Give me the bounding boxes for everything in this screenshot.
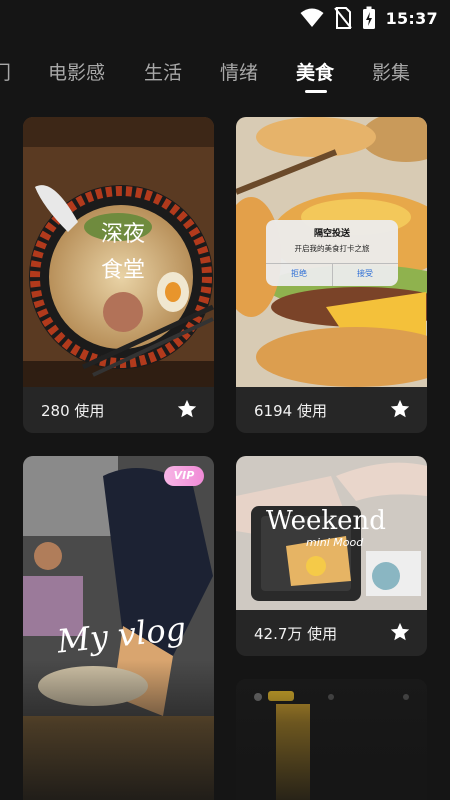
partial-thumbnail	[236, 679, 427, 800]
template-card-partial[interactable]	[236, 679, 427, 800]
template-card-vlog[interactable]: VIP My vlog	[23, 456, 214, 800]
wifi-icon	[300, 8, 324, 27]
tab-mood[interactable]: 情绪	[220, 58, 258, 85]
no-sim-icon	[333, 7, 352, 29]
template-card-burger[interactable]: 隔空投送 开启我的美食打卡之旅 拒绝 接受 6194 使用	[236, 117, 427, 433]
tab-partial[interactable]: 门	[0, 58, 11, 85]
template-card-ramen[interactable]: 深夜 食堂 280 使用	[23, 117, 214, 433]
weekend-overlay-subtitle: mini Mood	[306, 536, 364, 549]
weekend-overlay-title: Weekend	[266, 506, 386, 536]
dialog-title: 隔空投送	[313, 229, 350, 239]
status-bar: 15:37	[0, 0, 450, 34]
decline-button[interactable]: 拒绝	[266, 268, 332, 279]
star-icon[interactable]	[389, 398, 411, 420]
ramen-overlay-title: 深夜 食堂	[100, 222, 145, 283]
tab-food[interactable]: 美食	[296, 58, 334, 85]
accept-button[interactable]: 接受	[332, 268, 398, 279]
dialog-message: 开启我的美食打卡之旅	[294, 244, 370, 253]
tab-life[interactable]: 生活	[144, 58, 182, 85]
category-tabs: 门 电影感 生活 情绪 美食 影集	[0, 50, 450, 100]
usage-count: 6194 使用	[254, 402, 327, 420]
vip-badge: VIP	[164, 466, 204, 486]
card-footer: 280 使用	[23, 387, 214, 433]
status-time: 15:37	[385, 8, 438, 28]
template-card-weekend[interactable]: Weekend mini Mood 42.7万 使用	[236, 456, 427, 656]
battery-charging-icon	[362, 6, 375, 29]
tab-cinematic[interactable]: 电影感	[48, 58, 105, 85]
usage-count: 280 使用	[41, 402, 105, 420]
card-footer: 42.7万 使用	[236, 610, 427, 656]
tab-album[interactable]: 影集	[372, 58, 410, 85]
usage-count: 42.7万 使用	[254, 625, 338, 643]
star-icon[interactable]	[389, 621, 411, 643]
active-tab-indicator	[305, 90, 327, 93]
airdrop-dialog: 隔空投送 开启我的美食打卡之旅 拒绝 接受	[266, 220, 398, 286]
card-footer: 6194 使用	[236, 387, 427, 433]
star-icon[interactable]	[176, 398, 198, 420]
